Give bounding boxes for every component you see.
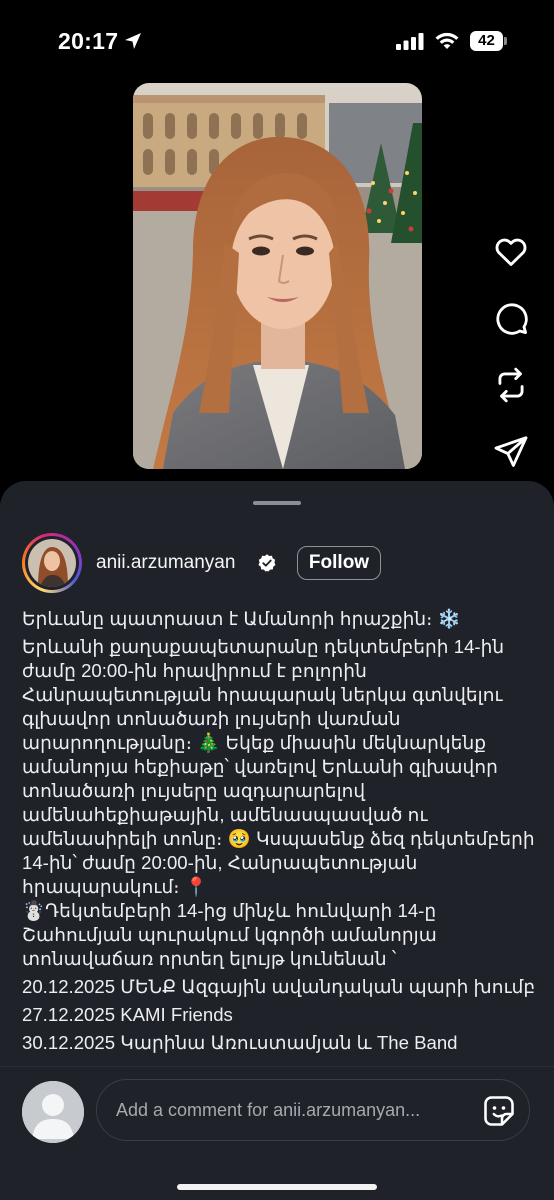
caption-paragraph: Երևանի քաղաքապետարանը դեկտեմբերի 14-ին ժ… bbox=[22, 635, 542, 971]
comments-sheet: anii.arzumanyan Follow Երևանը պատրաստ է … bbox=[0, 481, 554, 1200]
status-time: 20:17 bbox=[58, 28, 119, 54]
caption-line-with-emoji: արարողությանը։ 🎄 Եկեք միասին մեկնարկենք bbox=[22, 732, 487, 753]
comment-input[interactable]: Add a comment for anii.arzumanyan... bbox=[96, 1079, 530, 1141]
comment-button[interactable] bbox=[490, 297, 532, 339]
pin-emoji: 📍 bbox=[184, 876, 208, 897]
caption-line-with-emoji: ☃️Դեկտեմբերի 14-ից մինչև հունվարի 14-ը bbox=[22, 900, 437, 921]
snowflake-emoji: ❄️ bbox=[437, 608, 461, 629]
caption-line: գլխավոր տոնածառի լույսերի վառման bbox=[22, 708, 401, 729]
snowman-emoji: ☃️ bbox=[22, 900, 46, 921]
caption-line: ամանորյա հեքիաթը՝ վառելով Երևանի գլխավոր bbox=[22, 756, 498, 777]
caption-line: 27.12.2025 KAMI Friends bbox=[22, 1004, 233, 1025]
sheet-drag-handle[interactable] bbox=[253, 501, 301, 505]
caption-line: Շահումյան պուրակում կգործի ամանորյա bbox=[22, 924, 437, 945]
caption-line: Հանրապետության հրապարակ ներկա գտնվելու bbox=[22, 684, 503, 705]
heart-icon bbox=[495, 238, 527, 266]
default-avatar-icon bbox=[22, 1081, 84, 1143]
send-icon bbox=[494, 436, 528, 467]
sticker-icon[interactable] bbox=[481, 1093, 517, 1129]
story-ring-avatar[interactable] bbox=[22, 533, 82, 593]
battery-cap bbox=[504, 37, 507, 45]
battery-level: 42 bbox=[470, 31, 503, 51]
author-avatar bbox=[28, 539, 76, 587]
share-button[interactable] bbox=[490, 431, 532, 473]
caption-line: Երևանի քաղաքապետարանը դեկտեմբերի 14-ին bbox=[22, 636, 505, 657]
video-thumbnail bbox=[133, 83, 422, 469]
current-user-avatar bbox=[22, 1081, 84, 1143]
caption-line: տոնավաճառ որտեղ ելույթ կունենան ՝ bbox=[22, 948, 397, 969]
status-bar: 20:17 42 bbox=[0, 0, 554, 84]
cellular-signal-icon bbox=[396, 33, 424, 50]
pleading-emoji: 🥹 bbox=[227, 828, 251, 849]
repost-button[interactable] bbox=[490, 364, 532, 406]
follow-button[interactable]: Follow bbox=[297, 546, 381, 580]
caption-line: տոնածառի լույսերը ազդարարելով bbox=[22, 780, 366, 801]
post-caption: Երևանը պատրաստ է Ամանորի հրաշքին։ ❄️ Երև… bbox=[22, 607, 542, 1059]
verified-badge-icon bbox=[258, 554, 276, 572]
wifi-icon bbox=[435, 32, 459, 49]
divider bbox=[0, 1066, 554, 1067]
caption-line: 20.12.2025 ՄԵՆՔ Ազգային ավանդական պարի խ… bbox=[22, 976, 536, 997]
comment-icon bbox=[496, 303, 528, 335]
battery-indicator: 42 bbox=[470, 31, 507, 51]
caption-line: ժամը 20:00-ին հրավիրում է բոլորին bbox=[22, 660, 367, 681]
caption-line: 14-ին՝ ժամը 20:00-ին, Հանրապետության bbox=[22, 852, 418, 873]
repost-icon bbox=[498, 367, 524, 403]
caption-paragraph: 30.12.2025 Կարինա Առուստամյան և The Band bbox=[22, 1031, 542, 1055]
location-arrow-icon bbox=[125, 33, 141, 49]
tree-emoji: 🎄 bbox=[197, 732, 221, 753]
home-indicator bbox=[177, 1184, 377, 1190]
caption-paragraph: 27.12.2025 KAMI Friends bbox=[22, 1003, 542, 1027]
caption-line: 30.12.2025 Կարինա Առուստամյան և The Band bbox=[22, 1032, 458, 1053]
caption-line-with-emoji: ամենասիրելի տոնը։ 🥹 Կսպասենք ձեզ դեկտեմբ… bbox=[22, 828, 535, 849]
like-button[interactable] bbox=[490, 230, 532, 272]
caption-paragraph: 20.12.2025 ՄԵՆՔ Ազգային ավանդական պարի խ… bbox=[22, 975, 542, 999]
author-username[interactable]: anii.arzumanyan bbox=[96, 552, 235, 574]
caption-line-with-emoji: հրապարակում։ 📍 bbox=[22, 876, 208, 897]
caption-line: ամենահեքիաթային, ամենասպասված ու bbox=[22, 804, 428, 825]
caption-line: Երևանը պատրաստ է Ամանորի հրաշքին։ bbox=[22, 608, 433, 629]
caption-paragraph: Երևանը պատրաստ է Ամանորի հրաշքին։ ❄️ bbox=[22, 607, 542, 631]
video-player[interactable] bbox=[133, 83, 422, 469]
comment-placeholder: Add a comment for anii.arzumanyan... bbox=[116, 1100, 421, 1120]
